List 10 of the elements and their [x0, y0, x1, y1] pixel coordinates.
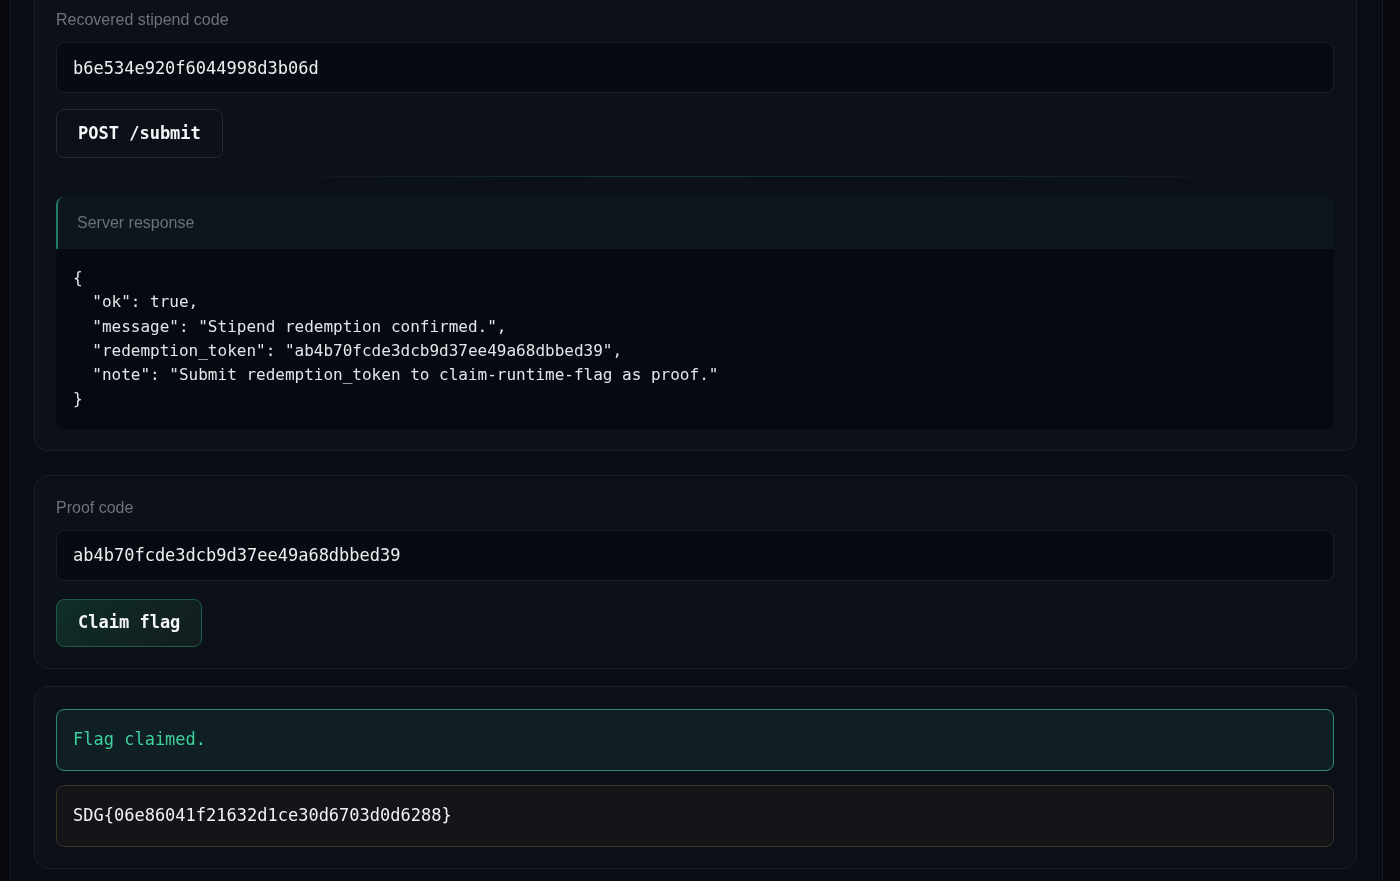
claim-button[interactable]: Claim flag — [56, 598, 203, 647]
submit-button[interactable]: POST /submit — [56, 109, 223, 158]
code-field[interactable]: ab4b70fcde3dcb9d37ee49a68dbbed39 — [56, 529, 1334, 581]
response-header: Server response — [56, 197, 1334, 249]
code-field[interactable]: b6e534e920f6044998d3b06d — [56, 42, 1334, 93]
response-code-block: { "ok": true, "message": "Stipend redemption confirmed.", "redemption_token": "ab4b70fcde3dcb9d37ee49a68dbbed39", "note": "Submit redemption_token to claim-runtime-flag as proof." } — [56, 249, 1334, 429]
field-label: Recovered stipend code — [56, 10, 230, 30]
success-alert: Flag claimed. — [56, 708, 1334, 771]
field-label: Proof code — [56, 497, 135, 518]
flag-output: SDG{06e86041f21632d1ce30d6703d0d6288} — [56, 784, 1334, 847]
